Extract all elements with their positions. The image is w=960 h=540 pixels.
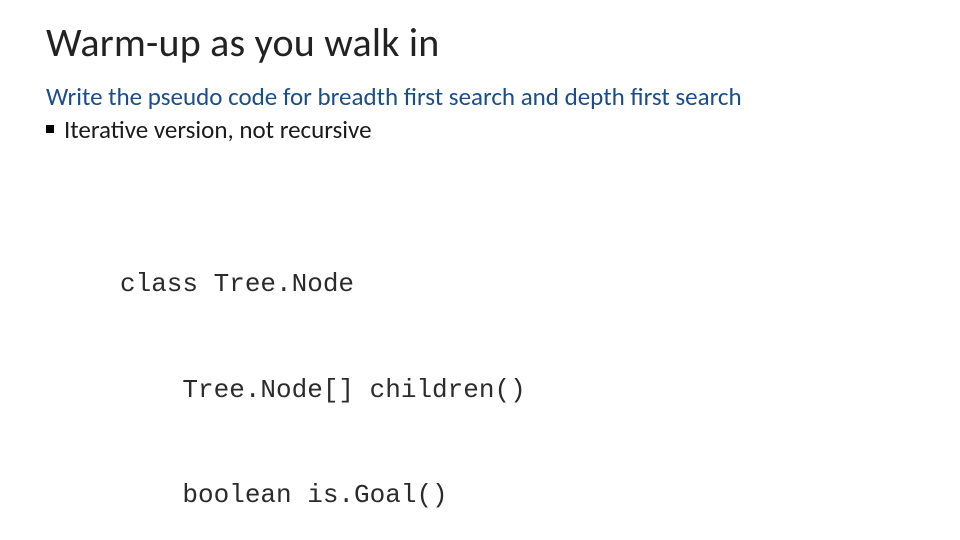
code-line: Tree.Node[] children() <box>120 373 914 408</box>
code-line: class Tree.Node <box>120 267 914 302</box>
slide-title: Warm-up as you walk in <box>46 18 914 67</box>
slide: Warm-up as you walk in Write the pseudo … <box>0 0 960 540</box>
code-line: boolean is.Goal() <box>120 478 914 513</box>
slide-subtitle: Write the pseudo code for breadth first … <box>46 81 914 112</box>
bullet-list: Iterative version, not recursive <box>46 114 914 145</box>
bullet-item: Iterative version, not recursive <box>46 114 914 145</box>
code-block: class Tree.Node Tree.Node[] children() b… <box>120 197 914 540</box>
